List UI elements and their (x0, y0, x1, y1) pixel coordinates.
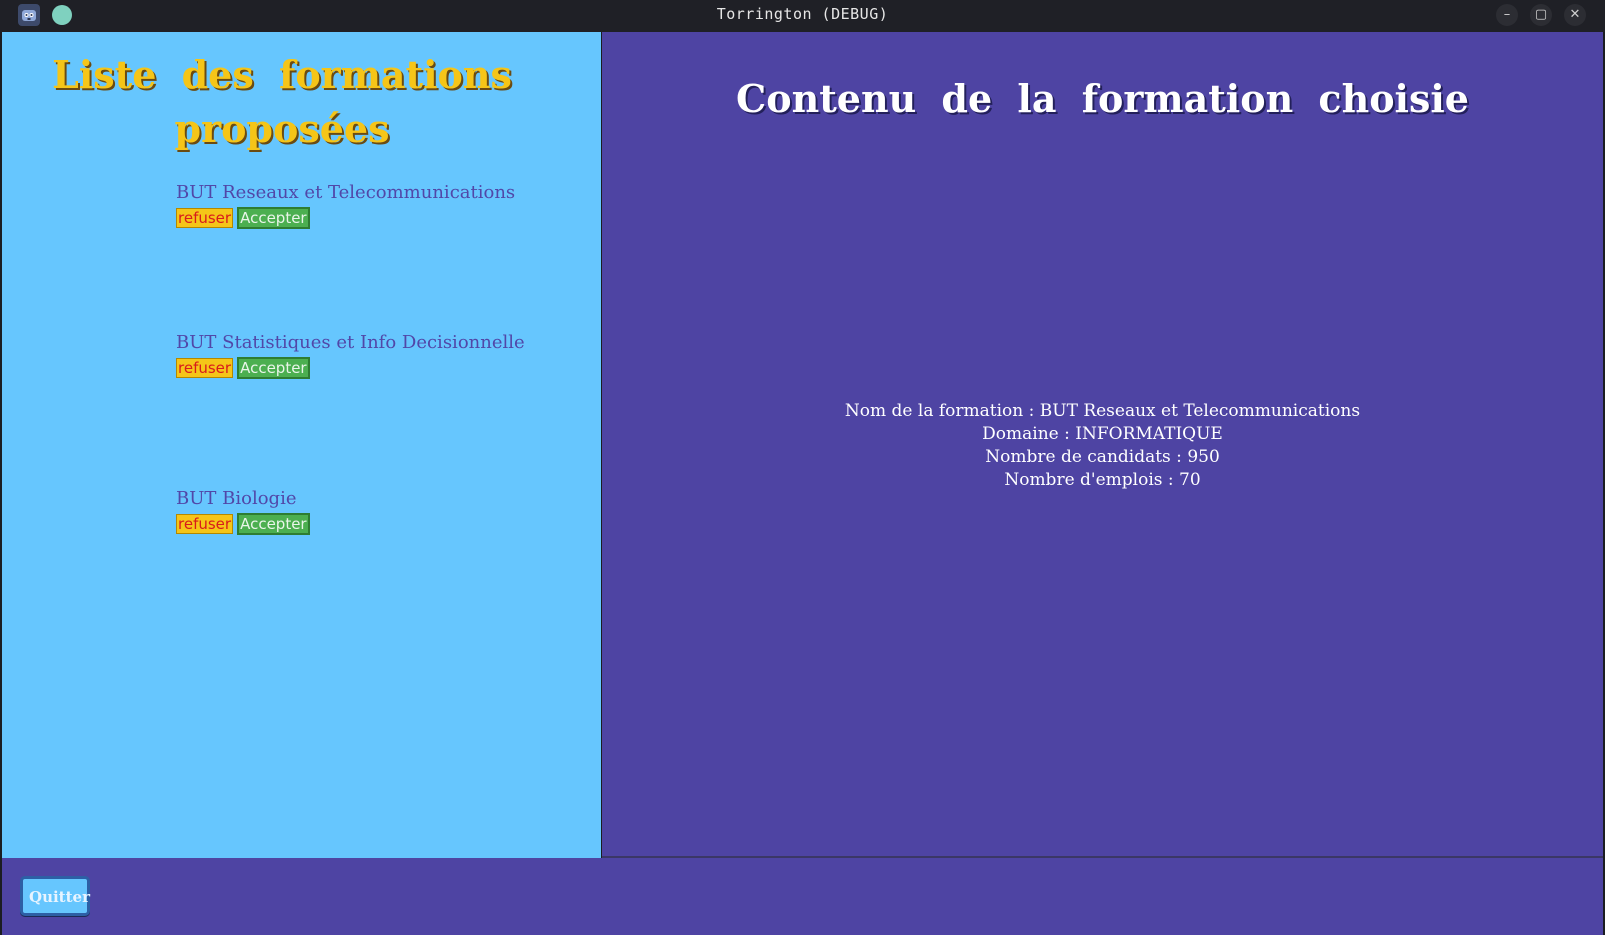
footer-bar (2, 858, 1603, 935)
formation-details: Nom de la formation : BUT Reseaux et Tel… (602, 400, 1603, 492)
formation-detail-jobs: Nombre d'emplois : 70 (1004, 470, 1201, 490)
window-titlebar[interactable]: Torrington (DEBUG) – ▢ ✕ (0, 0, 1605, 32)
formation-detail-name: Nom de la formation : BUT Reseaux et Tel… (844, 401, 1361, 421)
formation-name[interactable]: BUT Reseaux et Telecommunications (176, 182, 515, 204)
formation-actions: refuser Accepter (176, 513, 310, 535)
maximize-button[interactable]: ▢ (1530, 4, 1552, 26)
accept-button[interactable]: Accepter (237, 357, 310, 379)
formation-detail-domain: Domaine : INFORMATIQUE (982, 424, 1223, 444)
close-button[interactable]: ✕ (1564, 4, 1586, 26)
minimize-button[interactable]: – (1496, 4, 1518, 26)
formations-list-title: Liste des formations proposées (52, 52, 512, 151)
formation-name[interactable]: BUT Statistiques et Info Decisionnelle (176, 332, 525, 354)
formation-name[interactable]: BUT Biologie (176, 488, 310, 510)
window-title: Torrington (DEBUG) (716, 5, 889, 23)
refuse-button[interactable]: refuser (176, 208, 234, 228)
formation-item: BUT Reseaux et Telecommunications refuse… (176, 182, 515, 229)
accept-button[interactable]: Accepter (237, 207, 310, 229)
formations-list-panel: Liste des formations proposées BUT Resea… (2, 32, 601, 858)
accept-button[interactable]: Accepter (237, 513, 310, 535)
quit-button[interactable]: Quitter (20, 876, 90, 916)
formation-detail-candidates: Nombre de candidats : 950 (985, 447, 1220, 467)
formation-actions: refuser Accepter (176, 207, 515, 229)
refuse-button[interactable]: refuser (176, 514, 234, 534)
formation-details-panel: Contenu de la formation choisie Nom de l… (602, 32, 1603, 856)
formation-item: BUT Statistiques et Info Decisionnelle r… (176, 332, 525, 379)
formation-actions: refuser Accepter (176, 357, 525, 379)
formation-item: BUT Biologie refuser Accepter (176, 488, 310, 535)
formation-details-title: Contenu de la formation choisie (736, 76, 1469, 121)
refuse-button[interactable]: refuser (176, 358, 234, 378)
